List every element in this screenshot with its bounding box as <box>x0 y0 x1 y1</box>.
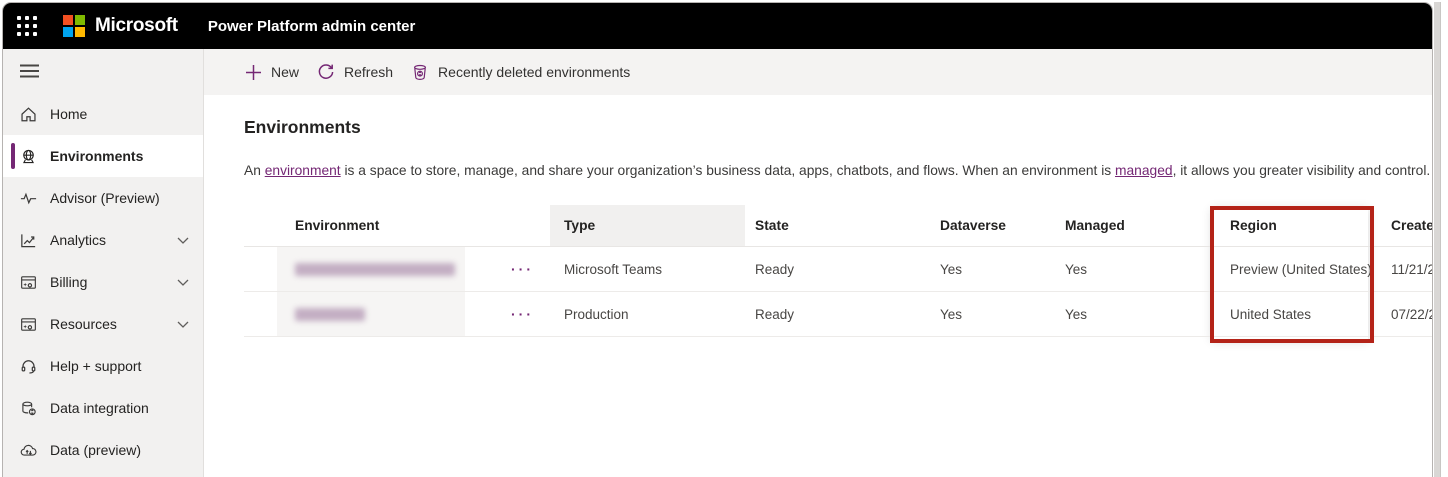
created-on-cell: 11/21/2022 <box>1372 247 1432 292</box>
type-cell: Microsoft Teams <box>550 247 745 292</box>
sidebar-item-label: Data (preview) <box>50 442 142 458</box>
chevron-down-icon <box>177 237 189 244</box>
microsoft-brand: Microsoft <box>63 15 178 37</box>
environments-globe-icon <box>23 149 34 163</box>
app-title: Power Platform admin center <box>207 17 416 35</box>
column-header-created-on[interactable]: Created on <box>1372 205 1432 247</box>
column-header-managed[interactable]: Managed <box>1055 205 1199 247</box>
managed-cell: Yes <box>1055 292 1199 337</box>
column-header-region[interactable]: Region <box>1199 205 1372 247</box>
hamburger-icon <box>20 64 39 78</box>
description-text: An <box>244 163 265 178</box>
row-spacer <box>244 292 277 337</box>
environment-name-cell[interactable] <box>277 292 497 337</box>
sidebar-item-environments[interactable]: Environments <box>3 135 203 177</box>
microsoft-logo-icon <box>63 15 85 37</box>
environment-name-cell[interactable] <box>277 247 497 292</box>
sidebar-item-label: Help + support <box>50 358 142 374</box>
sidebar-item-label: Environments <box>50 148 144 164</box>
database-sync-icon <box>22 401 36 415</box>
sidebar-item-home[interactable]: Home <box>3 93 203 135</box>
dataverse-cell: Yes <box>930 292 1055 337</box>
chevron-down-icon <box>177 321 189 328</box>
environment-name-redacted[interactable] <box>295 262 455 276</box>
main-panel: New Refresh Recently deleted environment… <box>204 49 1432 477</box>
headset-icon <box>21 359 36 374</box>
header-spacer <box>244 205 277 247</box>
sidebar-item-data-preview[interactable]: Data (preview) <box>3 429 203 471</box>
recycle-bin-icon <box>414 64 427 81</box>
sidebar-item-advisor[interactable]: Advisor (Preview) <box>3 177 203 219</box>
managed-link[interactable]: managed <box>1115 163 1173 178</box>
sidebar-item-label: Advisor (Preview) <box>50 190 160 206</box>
analytics-chart-icon <box>21 233 36 247</box>
more-options-button[interactable]: ··· <box>497 247 550 292</box>
recently-deleted-label: Recently deleted environments <box>438 64 631 80</box>
column-header-environment[interactable]: Environment <box>277 205 497 247</box>
description-text: is a space to store, manage, and share y… <box>340 163 1116 178</box>
dataverse-cell: Yes <box>930 247 1055 292</box>
recently-deleted-button[interactable]: Recently deleted environments <box>411 63 630 81</box>
sidebar-item-label: Analytics <box>50 232 107 248</box>
billing-window-gear-icon <box>21 275 36 289</box>
app-launcher-button[interactable] <box>3 3 51 49</box>
advisor-pulse-icon <box>20 192 37 204</box>
sidebar-item-help-support[interactable]: Help + support <box>3 345 203 387</box>
sidebar-item-billing[interactable]: Billing <box>3 261 203 303</box>
description-text: , it allows you greater visibility and c… <box>1172 163 1431 178</box>
sidebar-item-resources[interactable]: Resources <box>3 303 203 345</box>
chevron-down-icon <box>177 279 189 286</box>
sidebar: Home Environments Advisor (Preview) Anal… <box>3 49 204 477</box>
environment-link[interactable]: environment <box>265 163 341 178</box>
page-content: Environments An environment is a space t… <box>204 95 1432 337</box>
region-cell: United States <box>1199 292 1372 337</box>
managed-cell: Yes <box>1055 247 1199 292</box>
environment-name-redacted[interactable] <box>295 307 365 321</box>
sidebar-item-label: Home <box>50 106 88 122</box>
header-more-spacer <box>497 205 550 247</box>
refresh-button[interactable]: Refresh <box>317 63 393 81</box>
resources-window-gear-icon <box>21 317 36 331</box>
sidebar-item-data-integration[interactable]: Data integration <box>3 387 203 429</box>
column-header-type[interactable]: Type <box>550 205 745 247</box>
new-environment-button[interactable]: New <box>245 64 299 81</box>
refresh-icon <box>318 64 334 79</box>
row-spacer <box>244 247 277 292</box>
command-bar: New Refresh Recently deleted environment… <box>204 49 1432 95</box>
collapse-nav-button[interactable] <box>3 49 203 93</box>
top-app-bar: Microsoft Power Platform admin center <box>3 3 1432 49</box>
cloud-arrows-icon <box>20 444 37 456</box>
created-on-cell: 07/22/2020 <box>1372 292 1432 337</box>
refresh-button-label: Refresh <box>344 64 394 80</box>
column-header-state[interactable]: State <box>745 205 930 247</box>
state-cell: Ready <box>745 292 930 337</box>
region-cell: Preview (United States) <box>1199 247 1372 292</box>
state-cell: Ready <box>745 247 930 292</box>
new-button-label: New <box>271 64 300 80</box>
sidebar-item-label: Resources <box>50 316 117 332</box>
page-description: An environment is a space to store, mana… <box>244 163 1432 178</box>
page-title: Environments <box>244 117 361 137</box>
plus-icon <box>246 64 261 80</box>
type-cell: Production <box>550 292 745 337</box>
waffle-icon <box>17 16 37 36</box>
sidebar-item-label: Billing <box>50 274 88 290</box>
column-header-dataverse[interactable]: Dataverse <box>930 205 1055 247</box>
sidebar-item-label: Data integration <box>50 400 149 416</box>
more-options-button[interactable]: ··· <box>497 292 550 337</box>
environments-table: Environment Type State Dataverse Managed… <box>244 205 1432 337</box>
window-right-edge <box>1434 2 1441 477</box>
app-window: Microsoft Power Platform admin center Ho… <box>2 2 1433 477</box>
sidebar-item-analytics[interactable]: Analytics <box>3 219 203 261</box>
home-icon <box>21 106 36 121</box>
brand-name: Microsoft <box>95 15 178 36</box>
